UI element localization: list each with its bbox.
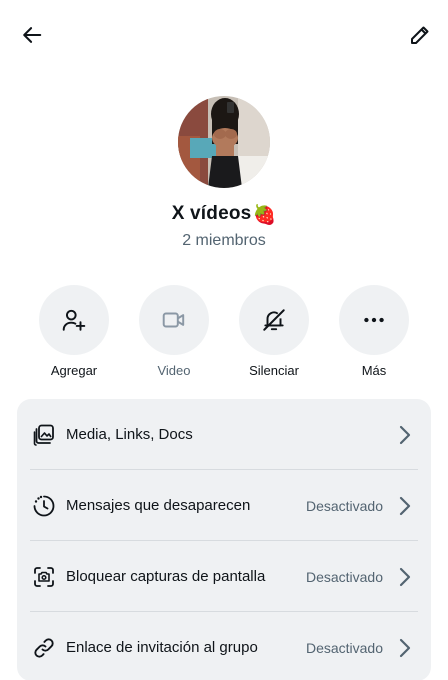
chevron-right-icon <box>397 423 413 447</box>
pencil-icon <box>411 26 429 44</box>
settings-row-media[interactable]: Media, Links, Docs <box>17 399 431 470</box>
group-settings-list: Media, Links, Docs Mensajes que desapare… <box>17 399 431 680</box>
add-member-action[interactable]: Agregar <box>29 285 119 378</box>
timer-icon <box>31 493 57 519</box>
settings-row-label: Media, Links, Docs <box>66 426 193 443</box>
avatar-photo <box>178 96 270 188</box>
bell-off-icon <box>263 309 285 331</box>
add-user-icon <box>62 309 86 331</box>
video-label: Video <box>157 363 191 378</box>
mute-action[interactable]: Silenciar <box>229 285 319 378</box>
settings-row-value: Desactivado <box>305 497 383 514</box>
more-button[interactable] <box>339 285 409 355</box>
settings-row-value: Desactivado <box>305 568 383 585</box>
edit-button[interactable] <box>400 15 440 55</box>
chevron-right-icon <box>397 565 413 589</box>
more-label: Más <box>361 363 387 378</box>
screenshot-camera-icon <box>31 564 57 590</box>
media-stack-icon <box>31 422 57 448</box>
video-camera-icon <box>162 312 185 328</box>
video-button[interactable] <box>139 285 209 355</box>
video-action[interactable]: Video <box>129 285 219 378</box>
chevron-right-icon <box>397 494 413 518</box>
back-button[interactable] <box>12 15 52 55</box>
settings-row-disappearing-messages[interactable]: Mensajes que desaparecen Desactivado <box>17 470 431 541</box>
top-bar <box>0 0 448 72</box>
settings-row-label: Mensajes que desaparecen <box>66 497 251 514</box>
settings-row-label: Bloquear capturas de pantalla <box>66 568 266 585</box>
group-name-text: X vídeos <box>171 203 252 224</box>
mute-label: Silenciar <box>249 363 299 378</box>
mute-button[interactable] <box>239 285 309 355</box>
group-name: X vídeos🍓 <box>0 203 448 227</box>
link-icon <box>31 635 57 661</box>
chevron-right-icon <box>397 636 413 660</box>
group-avatar[interactable] <box>178 96 270 188</box>
add-member-label: Agregar <box>50 363 98 378</box>
settings-row-block-screenshots[interactable]: Bloquear capturas de pantalla Desactivad… <box>17 541 431 612</box>
more-action[interactable]: Más <box>329 285 419 378</box>
arrow-left-icon <box>23 27 42 43</box>
add-member-button[interactable] <box>39 285 109 355</box>
settings-row-value: Desactivado <box>305 639 383 656</box>
settings-row-label: Enlace de invitación al grupo <box>66 639 258 656</box>
action-buttons: Agregar Video Silenciar Más <box>0 285 448 380</box>
settings-row-invite-link[interactable]: Enlace de invitación al grupo Desactivad… <box>17 612 431 680</box>
member-count[interactable]: 2 miembros <box>0 232 448 250</box>
strawberry-emoji: 🍓 <box>252 205 277 226</box>
more-dots-icon <box>364 317 384 323</box>
